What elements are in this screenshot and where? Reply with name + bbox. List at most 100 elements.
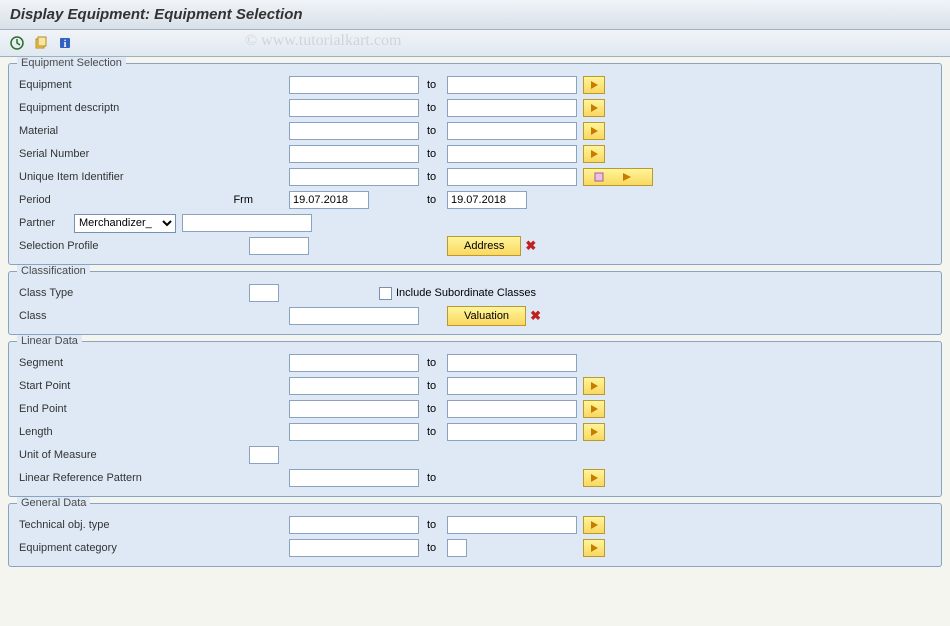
start-point-to-input[interactable] <box>447 377 577 395</box>
period-from-input[interactable] <box>289 191 369 209</box>
group-general-data: General Data Technical obj. type to Equi… <box>8 503 942 567</box>
row-partner: Partner Merchandizer_ <box>19 212 931 234</box>
valuation-button[interactable]: Valuation <box>447 306 526 326</box>
length-from-input[interactable] <box>289 423 419 441</box>
material-to-input[interactable] <box>447 122 577 140</box>
label-end-point: End Point <box>19 403 159 415</box>
group-title: Equipment Selection <box>17 57 126 69</box>
row-end-point: End Point to <box>19 398 931 420</box>
multi-select-button[interactable] <box>583 76 605 94</box>
end-point-from-input[interactable] <box>289 400 419 418</box>
close-icon[interactable]: ✖ <box>525 238 536 254</box>
start-point-from-input[interactable] <box>289 377 419 395</box>
arrow-right-icon <box>591 405 598 413</box>
multi-select-button[interactable] <box>583 99 605 117</box>
label-class: Class <box>19 310 249 322</box>
row-class: Class Valuation ✖ <box>19 305 931 327</box>
equipment-from-input[interactable] <box>289 76 419 94</box>
label-uom: Unit of Measure <box>19 449 249 461</box>
include-subordinate-checkbox[interactable] <box>379 287 392 300</box>
row-class-type: Class Type Include Subordinate Classes <box>19 282 931 304</box>
serial-from-input[interactable] <box>289 145 419 163</box>
equipment-desc-from-input[interactable] <box>289 99 419 117</box>
row-equip-cat: Equipment category to <box>19 537 931 559</box>
tech-obj-to-input[interactable] <box>447 516 577 534</box>
linear-ref-from-input[interactable] <box>289 469 419 487</box>
to-label: to <box>419 426 447 438</box>
multi-select-button[interactable] <box>583 516 605 534</box>
to-label: to <box>419 171 447 183</box>
label-start-point: Start Point <box>19 380 159 392</box>
segment-from-input[interactable] <box>289 354 419 372</box>
arrow-right-icon <box>591 428 598 436</box>
multi-select-button[interactable] <box>583 423 605 441</box>
partner-select[interactable]: Merchandizer_ <box>74 214 176 233</box>
multi-select-button[interactable] <box>583 145 605 163</box>
label-segment: Segment <box>19 357 159 369</box>
group-title: General Data <box>17 497 90 509</box>
to-label: to <box>419 125 447 137</box>
row-equipment-desc: Equipment descriptn to <box>19 97 931 119</box>
serial-to-input[interactable] <box>447 145 577 163</box>
multi-select-button-wide[interactable] <box>583 168 653 186</box>
row-linear-ref: Linear Reference Pattern to <box>19 467 931 489</box>
variant-icon[interactable] <box>32 34 50 52</box>
label-linear-ref: Linear Reference Pattern <box>19 472 159 484</box>
unique-item-from-input[interactable] <box>289 168 419 186</box>
equipment-to-input[interactable] <box>447 76 577 94</box>
equip-cat-from-input[interactable] <box>289 539 419 557</box>
class-type-input[interactable] <box>249 284 279 302</box>
multi-select-button[interactable] <box>583 469 605 487</box>
row-serial: Serial Number to <box>19 143 931 165</box>
label-equipment: Equipment <box>19 79 159 91</box>
selection-profile-input[interactable] <box>249 237 309 255</box>
row-material: Material to <box>19 120 931 142</box>
to-label: to <box>419 519 447 531</box>
partner-input[interactable] <box>182 214 312 232</box>
unique-item-to-input[interactable] <box>447 168 577 186</box>
equipment-desc-to-input[interactable] <box>447 99 577 117</box>
row-segment: Segment to <box>19 352 931 374</box>
row-equipment: Equipment to <box>19 74 931 96</box>
label-period: Period <box>19 194 159 206</box>
close-icon[interactable]: ✖ <box>530 308 541 324</box>
label-material: Material <box>19 125 159 137</box>
row-selection-profile: Selection Profile Address ✖ <box>19 235 931 257</box>
page-title: Display Equipment: Equipment Selection <box>10 6 940 23</box>
end-point-to-input[interactable] <box>447 400 577 418</box>
multi-select-button[interactable] <box>583 400 605 418</box>
arrow-right-icon <box>591 544 598 552</box>
label-tech-obj: Technical obj. type <box>19 519 159 531</box>
svg-text:i: i <box>64 39 67 50</box>
checkbox-label: Include Subordinate Classes <box>396 287 536 299</box>
label-length: Length <box>19 426 159 438</box>
class-input[interactable] <box>289 307 419 325</box>
arrow-right-icon <box>591 81 598 89</box>
row-unique-item: Unique Item Identifier to <box>19 166 931 188</box>
multi-select-button[interactable] <box>583 122 605 140</box>
to-label: to <box>419 380 447 392</box>
label-class-type: Class Type <box>19 287 249 299</box>
execute-icon[interactable] <box>8 34 26 52</box>
length-to-input[interactable] <box>447 423 577 441</box>
arrow-right-icon <box>591 521 598 529</box>
label-selection-profile: Selection Profile <box>19 240 249 252</box>
info-icon[interactable]: i <box>56 34 74 52</box>
multi-select-button[interactable] <box>583 377 605 395</box>
group-classification: Classification Class Type Include Subord… <box>8 271 942 335</box>
period-to-input[interactable] <box>447 191 527 209</box>
arrow-right-icon <box>591 104 598 112</box>
uom-input[interactable] <box>249 446 279 464</box>
address-button[interactable]: Address <box>447 236 521 256</box>
arrow-right-icon <box>591 382 598 390</box>
tech-obj-from-input[interactable] <box>289 516 419 534</box>
title-bar: Display Equipment: Equipment Selection <box>0 0 950 30</box>
material-from-input[interactable] <box>289 122 419 140</box>
to-label: to <box>419 472 447 484</box>
segment-to-input[interactable] <box>447 354 577 372</box>
row-length: Length to <box>19 421 931 443</box>
multi-select-button[interactable] <box>583 539 605 557</box>
group-linear-data: Linear Data Segment to Start Point to En… <box>8 341 942 497</box>
to-label: to <box>419 79 447 91</box>
equip-cat-to-input[interactable] <box>447 539 467 557</box>
